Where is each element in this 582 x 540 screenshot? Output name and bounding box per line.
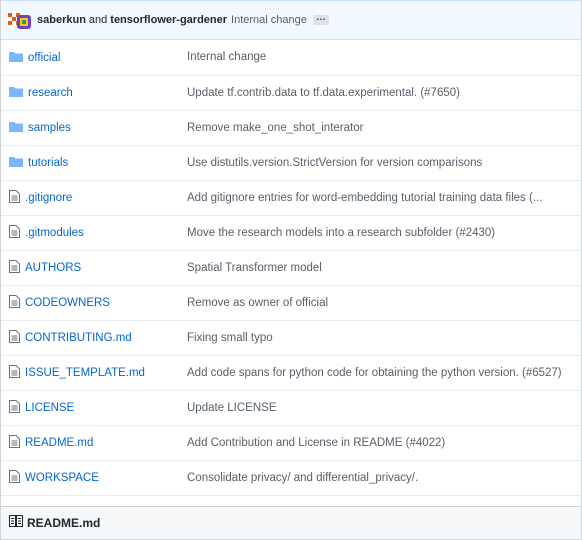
commit-message-link[interactable]: Internal change xyxy=(177,40,581,75)
file-name-cell: AUTHORS xyxy=(1,250,177,285)
commit-message-link[interactable]: Add Contribution and License in README (… xyxy=(177,425,581,460)
expand-commit-message-button[interactable]: … xyxy=(312,13,329,25)
file-icon xyxy=(9,434,20,451)
avatar[interactable] xyxy=(17,15,31,29)
file-link[interactable]: README.md xyxy=(25,437,93,449)
commit-message-link[interactable]: Internal change xyxy=(231,14,307,26)
commit-message-link[interactable]: Add gitignore entries for word-embedding… xyxy=(177,180,581,215)
file-row[interactable]: LICENSE Update LICENSE xyxy=(1,390,581,425)
file-row[interactable]: CONTRIBUTING.md Fixing small typo xyxy=(1,320,581,355)
file-row[interactable]: CODEOWNERS Remove as owner of official xyxy=(1,285,581,320)
file-row[interactable]: tutorials Use distutils.version.StrictVer… xyxy=(1,145,581,180)
commit-message-link[interactable]: Update LICENSE xyxy=(177,390,581,425)
file-link[interactable]: ISSUE_TEMPLATE.md xyxy=(25,367,145,379)
file-name-cell: .gitmodules xyxy=(1,215,177,250)
folder-link[interactable]: official xyxy=(28,52,60,64)
file-name-cell: .gitignore xyxy=(1,180,177,215)
author-avatars[interactable] xyxy=(7,9,31,31)
file-row[interactable]: AUTHORS Spatial Transformer model xyxy=(1,250,581,285)
file-list: official Internal change research Update tf… xyxy=(1,40,581,496)
commit-message-link[interactable]: Add code spans for python code for obtai… xyxy=(177,355,581,390)
file-row[interactable]: .gitmodules Move the research models into… xyxy=(1,215,581,250)
repo-file-browser: saberkun and tensorflower-gardener Inter… xyxy=(0,0,582,540)
file-link[interactable]: CONTRIBUTING.md xyxy=(25,332,132,344)
latest-commit-bar: saberkun and tensorflower-gardener Inter… xyxy=(1,0,581,40)
file-link[interactable]: .gitignore xyxy=(25,192,72,204)
folder-link[interactable]: samples xyxy=(28,122,71,134)
commit-message-link[interactable]: Remove make_one_shot_interator xyxy=(177,110,581,145)
file-link[interactable]: .gitmodules xyxy=(25,227,84,239)
commit-message-link[interactable]: Update tf.contrib.data to tf.data.experi… xyxy=(177,75,581,110)
folder-link[interactable]: research xyxy=(28,87,73,99)
commit-message-link[interactable]: Move the research models into a research… xyxy=(177,215,581,250)
file-name-cell: WORKSPACE xyxy=(1,460,177,495)
file-name-cell: ISSUE_TEMPLATE.md xyxy=(1,355,177,390)
file-name-cell: CONTRIBUTING.md xyxy=(1,320,177,355)
folder-icon xyxy=(9,51,23,65)
file-name-cell: LICENSE xyxy=(1,390,177,425)
commit-author-link[interactable]: saberkun xyxy=(37,14,86,26)
folder-icon xyxy=(9,156,23,170)
commit-coauthor-link[interactable]: tensorflower-gardener xyxy=(110,14,227,26)
file-row[interactable]: README.md Add Contribution and License in… xyxy=(1,425,581,460)
file-icon xyxy=(9,189,20,206)
file-row[interactable]: ISSUE_TEMPLATE.md Add code spans for pyth… xyxy=(1,355,581,390)
file-row[interactable]: official Internal change xyxy=(1,40,581,75)
file-icon xyxy=(9,259,20,276)
file-icon xyxy=(9,364,20,381)
file-link[interactable]: AUTHORS xyxy=(25,262,81,274)
readme-title: README.md xyxy=(27,515,101,530)
file-icon xyxy=(9,399,20,416)
commit-author-separator: and xyxy=(88,14,108,26)
folder-link[interactable]: tutorials xyxy=(28,157,68,169)
file-link[interactable]: LICENSE xyxy=(25,402,74,414)
file-icon xyxy=(9,224,20,241)
folder-icon xyxy=(9,86,23,100)
file-icon xyxy=(9,294,20,311)
file-name-cell: official xyxy=(1,40,177,75)
file-row[interactable]: samples Remove make_one_shot_interator xyxy=(1,110,581,145)
commit-message-link[interactable]: Use distutils.version.StrictVersion for … xyxy=(177,145,581,180)
file-icon xyxy=(9,469,20,486)
commit-message-link[interactable]: Consolidate privacy/ and differential_pr… xyxy=(177,460,581,495)
file-name-cell: tutorials xyxy=(1,145,177,180)
file-row[interactable]: .gitignore Add gitignore entries for word… xyxy=(1,180,581,215)
file-name-cell: samples xyxy=(1,110,177,145)
file-name-cell: CODEOWNERS xyxy=(1,285,177,320)
commit-message-link[interactable]: Fixing small typo xyxy=(177,320,581,355)
file-link[interactable]: CODEOWNERS xyxy=(25,297,110,309)
file-row[interactable]: WORKSPACE Consolidate privacy/ and differ… xyxy=(1,460,581,495)
file-icon xyxy=(9,329,20,346)
file-name-cell: research xyxy=(1,75,177,110)
commit-message-link[interactable]: Spatial Transformer model xyxy=(177,250,581,285)
file-row[interactable]: research Update tf.contrib.data to tf.dat… xyxy=(1,75,581,110)
file-name-cell: README.md xyxy=(1,425,177,460)
folder-icon xyxy=(9,121,23,135)
commit-message-link[interactable]: Remove as owner of official xyxy=(177,285,581,320)
book-icon xyxy=(9,515,23,530)
file-link[interactable]: WORKSPACE xyxy=(25,472,99,484)
